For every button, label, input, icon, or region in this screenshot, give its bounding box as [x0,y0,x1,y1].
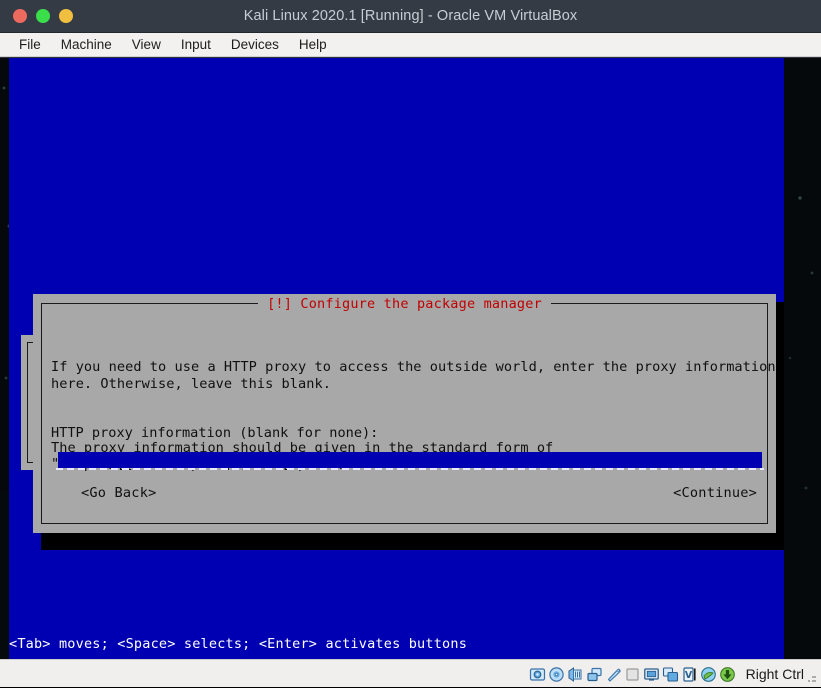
go-back-button[interactable]: <Go Back> [81,485,156,501]
window-title: Kali Linux 2020.1 [Running] - Oracle VM … [243,8,578,24]
menu-item-devices[interactable]: Devices [231,37,279,52]
usb-icon[interactable] [605,666,622,683]
console-notch [0,492,9,659]
virtualbox-window: Kali Linux 2020.1 [Running] - Oracle VM … [0,0,821,687]
proxy-field-label: HTTP proxy information (blank for none): [51,425,379,441]
shared-folders-icon[interactable] [624,666,641,683]
hard-disk-icon[interactable] [529,666,546,683]
menu-item-help[interactable]: Help [299,37,327,52]
configure-package-manager-dialog: [!] Configure the package manager If you… [33,294,776,533]
virtualization-icon[interactable]: V [681,666,698,683]
optical-drive-icon[interactable] [548,666,565,683]
menu-item-view[interactable]: View [132,37,161,52]
console-hint-text: <Tab> moves; <Space> selects; <Enter> ac… [9,636,468,652]
window-titlebar: Kali Linux 2020.1 [Running] - Oracle VM … [0,0,821,33]
resize-grip[interactable] [807,673,817,683]
dialog-body: If you need to use a HTTP proxy to acces… [51,327,776,505]
floppy-drive-icon[interactable] [567,666,584,683]
display-icon[interactable] [643,666,660,683]
menu-item-file[interactable]: File [19,37,41,52]
host-key-label: Right Ctrl [745,666,804,682]
continue-button[interactable]: <Continue> [673,485,757,501]
proxy-input-wrapper[interactable] [56,452,764,472]
menubar: File Machine View Input Devices Help [0,33,821,57]
network-icon[interactable] [586,666,603,683]
input-underline [56,468,764,470]
svg-text:V: V [684,670,692,681]
dialog-title: [!] Configure the package manager [33,296,776,312]
dialog-title-text: [!] Configure the package manager [258,296,551,312]
dialog-paragraph-1: If you need to use a HTTP proxy to acces… [51,359,776,392]
recording-icon[interactable] [662,666,679,683]
mouse-integration-icon[interactable] [700,666,717,683]
menu-item-input[interactable]: Input [181,37,211,52]
status-icon-group: V Right Ctrl [529,660,804,688]
menu-item-machine[interactable]: Machine [61,37,112,52]
http-proxy-input[interactable] [58,452,762,468]
vm-statusbar: V Right Ctrl [0,659,821,687]
guest-screen[interactable]: [!] Configure the package manager If you… [0,58,821,659]
keyboard-capture-icon[interactable] [719,666,736,683]
